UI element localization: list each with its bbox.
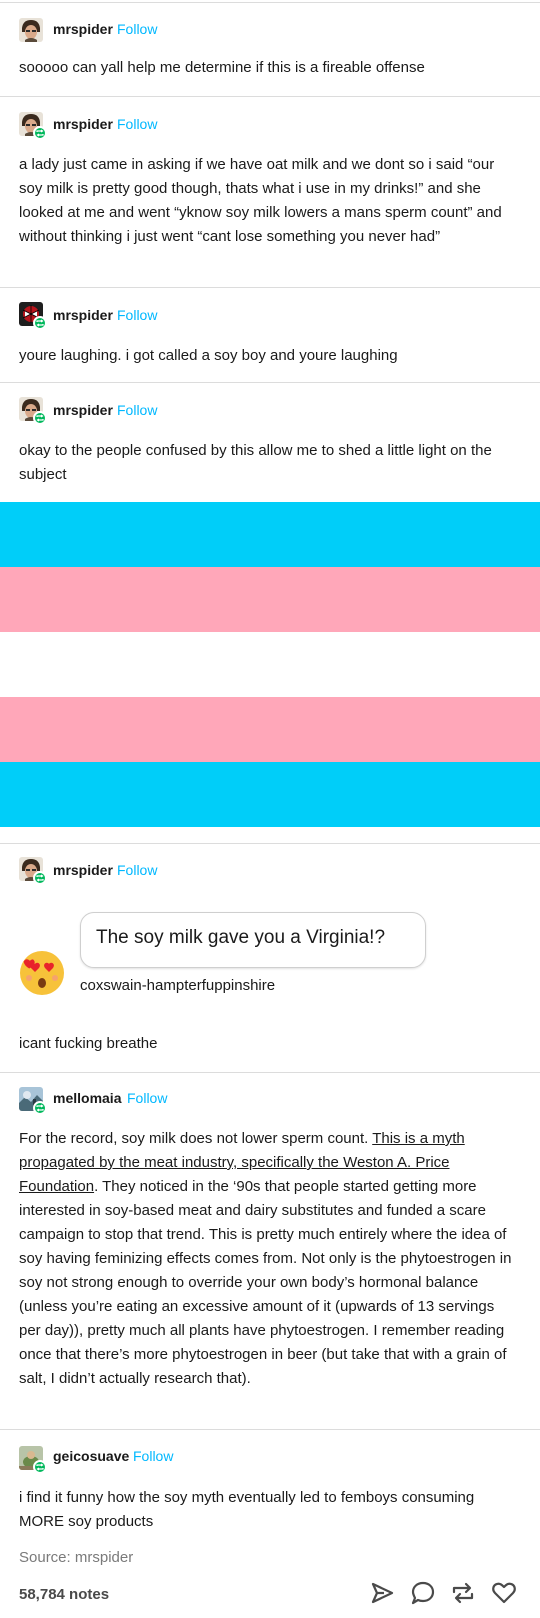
username[interactable]: mellomaia — [53, 1090, 121, 1106]
flag-stripe-pink — [0, 697, 540, 762]
username[interactable]: mrspider — [53, 21, 113, 37]
post-divider — [0, 382, 540, 383]
source-link[interactable]: Source: mrspider — [19, 1549, 133, 1566]
follow-button[interactable]: Follow — [133, 1448, 173, 1464]
reblog-icon[interactable] — [450, 1580, 476, 1606]
username[interactable]: mrspider — [53, 116, 113, 132]
share-icon[interactable] — [369, 1580, 395, 1606]
reblog-badge-icon — [33, 1101, 47, 1115]
post-body: okay to the people confused by this allo… — [19, 442, 492, 483]
follow-button[interactable]: Follow — [117, 402, 157, 418]
post-divider — [0, 843, 540, 844]
post-body: For the record, soy milk does not lower … — [19, 1127, 519, 1391]
post-body-rest: . They noticed in the ‘90s that people s… — [19, 1178, 512, 1387]
top-divider — [0, 2, 540, 3]
avatar-mrspider[interactable] — [19, 18, 43, 42]
asker-name[interactable]: coxswain-hampterfuppinshire — [80, 977, 275, 994]
follow-button[interactable]: Follow — [117, 116, 157, 132]
post-body-start: For the record, soy milk does not lower … — [19, 1130, 373, 1147]
post-body: sooooo can yall help me determine if thi… — [19, 59, 425, 76]
reblog-badge-icon — [33, 411, 47, 425]
reblog-badge-icon — [33, 126, 47, 140]
post-divider — [0, 1429, 540, 1430]
follow-button[interactable]: Follow — [117, 862, 157, 878]
reply-icon[interactable] — [410, 1580, 436, 1606]
flag-stripe-blue — [0, 502, 540, 567]
notes-count[interactable]: 58,784 notes — [19, 1586, 109, 1603]
username[interactable]: mrspider — [53, 862, 113, 878]
reblog-badge-icon — [33, 1460, 47, 1474]
follow-button[interactable]: Follow — [117, 307, 157, 323]
post-body: a lady just came in asking if we have oa… — [19, 156, 502, 245]
username[interactable]: mrspider — [53, 307, 113, 323]
post-body: i find it funny how the soy myth eventua… — [19, 1489, 475, 1530]
post-divider — [0, 1072, 540, 1073]
post-divider — [0, 287, 540, 288]
flag-stripe-white — [0, 632, 540, 697]
username[interactable]: geicosuave — [53, 1448, 129, 1464]
post-divider — [0, 96, 540, 97]
reblog-badge-icon — [33, 871, 47, 885]
ask-bubble: The soy milk gave you a Virginia!? — [80, 912, 426, 968]
flag-stripe-blue — [0, 762, 540, 827]
post-body: icant fucking breathe — [19, 1035, 158, 1052]
ask-avatar-emoji-icon — [19, 950, 65, 996]
flag-stripe-pink — [0, 567, 540, 632]
follow-button[interactable]: Follow — [117, 21, 157, 37]
like-icon[interactable] — [491, 1580, 517, 1606]
follow-button[interactable]: Follow — [127, 1090, 167, 1106]
username[interactable]: mrspider — [53, 402, 113, 418]
ask-question-text: The soy milk gave you a Virginia!? — [96, 927, 386, 948]
tumblr-post-thread: mrspider Follow sooooo can yall help me … — [0, 0, 540, 1618]
avatar-image — [19, 18, 43, 42]
post-body: youre laughing. i got called a soy boy a… — [19, 347, 398, 364]
reblog-badge-icon — [33, 316, 47, 330]
